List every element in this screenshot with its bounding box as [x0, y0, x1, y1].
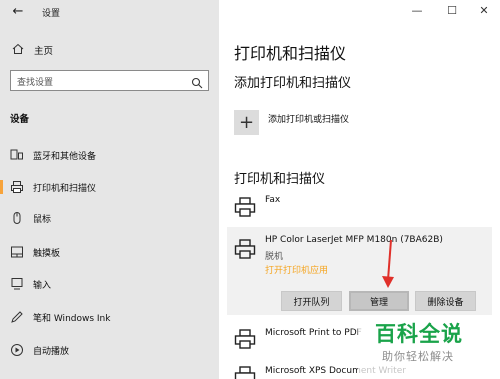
sidebar-item-touchpad[interactable]: 触摸板	[0, 242, 219, 262]
add-printer-label[interactable]: 添加打印机或扫描仪	[268, 112, 349, 125]
touchpad-icon	[10, 245, 24, 259]
sidebar-item-bluetooth[interactable]: 蓝牙和其他设备	[0, 145, 219, 165]
printer-icon	[234, 329, 256, 349]
window-title: 设置	[42, 9, 61, 19]
sidebar-item-label: 鼠标	[33, 215, 52, 225]
printer-icon	[234, 239, 256, 259]
selected-indicator	[0, 180, 3, 194]
sidebar-item-label: 笔和 Windows Ink	[33, 314, 111, 324]
pen-icon	[10, 310, 24, 324]
plus-icon: +	[238, 112, 255, 133]
sidebar-item-label: 触摸板	[33, 249, 61, 259]
remove-device-button[interactable]: 删除设备	[415, 291, 476, 311]
home-icon	[10, 43, 26, 58]
section-title-devices: 设备	[10, 114, 30, 125]
sidebar-item-printers[interactable]: 打印机和扫描仪	[0, 177, 219, 197]
printer-name: HP Color LaserJet MFP M180n (7BA62B)	[265, 235, 443, 245]
bluetooth-devices-icon	[10, 148, 24, 162]
watermark-subtitle: 助你轻松解决	[382, 350, 454, 363]
sidebar-item-label: 输入	[33, 281, 52, 291]
mouse-icon	[10, 211, 24, 225]
printers-section-title: 打印机和扫描仪	[234, 172, 326, 187]
minimize-icon[interactable]: —	[409, 4, 425, 18]
home-link[interactable]: 主页	[10, 42, 53, 58]
open-printer-app-link[interactable]: 打开打印机应用	[265, 263, 328, 276]
sidebar-item-mouse[interactable]: 鼠标	[0, 208, 219, 228]
printer-item-hp[interactable]: HP Color LaserJet MFP M180n (7BA62B) 脱机 …	[231, 233, 491, 283]
search-placeholder: 查找设置	[17, 78, 54, 88]
printer-icon	[10, 180, 24, 194]
printer-name: Microsoft Print to PDF	[265, 328, 362, 338]
close-icon[interactable]: ✕	[476, 4, 492, 18]
printer-item-fax[interactable]: Fax	[231, 193, 491, 221]
add-section-title: 添加打印机和扫描仪	[234, 76, 352, 91]
manage-button[interactable]: 管理	[349, 291, 409, 311]
sidebar: ← 设置 主页 查找设置 设备 蓝牙和其他设备 打印机和扫描仪 鼠标 触摸板 输…	[0, 0, 219, 379]
maximize-icon[interactable]: ☐	[444, 4, 460, 18]
keyboard-icon	[10, 277, 24, 291]
page-title: 打印机和扫描仪	[234, 44, 347, 63]
back-arrow-icon[interactable]: ←	[10, 4, 26, 20]
printer-status: 脱机	[265, 252, 284, 262]
annotation-arrow-icon	[382, 239, 394, 288]
sidebar-item-pen[interactable]: 笔和 Windows Ink	[0, 307, 219, 327]
sidebar-item-autoplay[interactable]: 自动播放	[0, 340, 219, 360]
add-printer-button[interactable]: +	[234, 110, 259, 135]
autoplay-icon	[10, 343, 24, 357]
open-queue-button[interactable]: 打开队列	[281, 291, 342, 311]
printer-name: Fax	[265, 195, 281, 205]
watermark-title: 百科全说	[375, 322, 463, 346]
sidebar-item-label: 打印机和扫描仪	[33, 184, 97, 194]
sidebar-item-input[interactable]: 输入	[0, 274, 219, 294]
sidebar-item-label: 蓝牙和其他设备	[33, 152, 97, 162]
printer-icon	[234, 366, 256, 379]
search-input[interactable]: 查找设置	[10, 70, 209, 91]
home-label: 主页	[34, 46, 54, 57]
printer-icon	[234, 197, 256, 217]
sidebar-item-label: 自动播放	[33, 347, 70, 357]
search-icon[interactable]	[191, 74, 203, 89]
